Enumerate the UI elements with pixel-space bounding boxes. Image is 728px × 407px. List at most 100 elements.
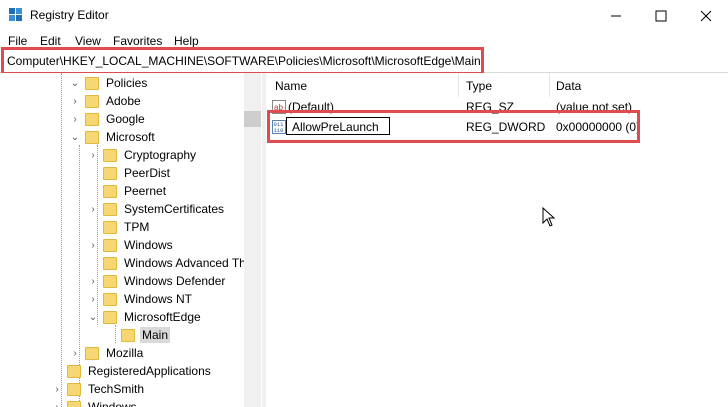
folder-icon bbox=[67, 364, 81, 378]
menu-file[interactable]: File bbox=[8, 34, 27, 48]
folder-icon bbox=[85, 94, 99, 108]
chevron-right-icon[interactable]: › bbox=[52, 384, 62, 395]
registry-editor-icon bbox=[9, 8, 22, 21]
tree-node[interactable]: › Windows NT bbox=[88, 290, 194, 308]
column-divider[interactable] bbox=[458, 73, 459, 97]
value-type: REG_DWORD bbox=[466, 120, 546, 134]
folder-icon bbox=[85, 346, 99, 360]
chevron-right-icon[interactable]: › bbox=[88, 204, 98, 215]
folder-icon bbox=[67, 382, 81, 396]
mouse-cursor-icon bbox=[542, 207, 556, 227]
rename-input-text[interactable]: AllowPreLaunch bbox=[292, 120, 379, 134]
folder-icon bbox=[103, 274, 117, 288]
tree-node-selected[interactable]: Main bbox=[106, 326, 171, 344]
chevron-right-icon[interactable]: › bbox=[88, 276, 98, 287]
chevron-right-icon[interactable]: › bbox=[70, 348, 80, 359]
tree-node-label: Main bbox=[140, 327, 171, 343]
menu-view[interactable]: View bbox=[75, 34, 101, 48]
minimize-button[interactable] bbox=[593, 0, 638, 31]
folder-icon bbox=[67, 400, 81, 407]
title-bar: Registry Editor bbox=[0, 0, 728, 31]
tree-node[interactable]: PeerDist bbox=[88, 164, 172, 182]
tree-node-label: Mozilla bbox=[106, 346, 144, 360]
close-button[interactable] bbox=[683, 0, 728, 31]
tree-node-label: SystemCertificates bbox=[124, 202, 225, 216]
chevron-right-icon[interactable]: › bbox=[52, 402, 62, 407]
tree-node[interactable]: Windows Advanced Th bbox=[88, 254, 248, 272]
list-item[interactable]: 011 110 AllowPreLaunch REG_DWORD 0x00000… bbox=[266, 117, 728, 137]
folder-icon bbox=[85, 76, 99, 90]
menu-help[interactable]: Help bbox=[174, 34, 199, 48]
tree-node-label: Windows Defender bbox=[124, 274, 226, 288]
chevron-right-icon[interactable]: › bbox=[70, 114, 80, 125]
tree-node[interactable]: › Windows bbox=[52, 398, 139, 407]
folder-icon bbox=[103, 292, 117, 306]
folder-icon bbox=[103, 238, 117, 252]
maximize-button[interactable] bbox=[638, 0, 683, 31]
tree-node[interactable]: › Google bbox=[70, 110, 147, 128]
folder-icon bbox=[103, 256, 117, 270]
menu-favorites[interactable]: Favorites bbox=[113, 34, 162, 48]
svg-text:ab: ab bbox=[274, 103, 283, 112]
chevron-right-icon[interactable]: › bbox=[88, 294, 98, 305]
folder-icon bbox=[103, 166, 117, 180]
chevron-right-icon[interactable]: › bbox=[70, 96, 80, 107]
folder-icon bbox=[121, 328, 135, 342]
tree-node-label: RegisteredApplications bbox=[88, 364, 211, 378]
column-divider[interactable] bbox=[549, 73, 550, 97]
chevron-down-icon[interactable]: ⌄ bbox=[88, 312, 98, 323]
tree-node[interactable]: ⌄ Policies bbox=[70, 74, 149, 92]
tree-node[interactable]: › Windows Defender bbox=[88, 272, 227, 290]
chevron-right-icon[interactable]: › bbox=[88, 150, 98, 161]
tree-node-label: PeerDist bbox=[124, 166, 171, 180]
maximize-icon bbox=[655, 10, 666, 21]
tree-node[interactable]: RegisteredApplications bbox=[52, 362, 213, 380]
tree-node[interactable]: Peernet bbox=[88, 182, 168, 200]
tree-node[interactable]: › Windows bbox=[88, 236, 175, 254]
tree-node-label: Adobe bbox=[106, 94, 141, 108]
folder-icon bbox=[85, 112, 99, 126]
tree-pane[interactable]: ⌄ Policies › Adobe › Google ⌄ Microsoft … bbox=[0, 73, 262, 407]
tree-node[interactable]: TPM bbox=[88, 218, 151, 236]
chevron-down-icon[interactable]: ⌄ bbox=[70, 78, 80, 89]
menu-edit[interactable]: Edit bbox=[40, 34, 61, 48]
tree-node-label: Windows bbox=[124, 238, 173, 252]
tree-node-label: TechSmith bbox=[88, 382, 145, 396]
string-value-icon: ab bbox=[272, 100, 286, 114]
tree-node-label: Windows NT bbox=[124, 292, 193, 306]
tree-node[interactable]: › SystemCertificates bbox=[88, 200, 226, 218]
value-data: 0x00000000 (0) bbox=[556, 120, 641, 134]
tree-node[interactable]: › Adobe bbox=[70, 92, 143, 110]
folder-icon bbox=[103, 148, 117, 162]
column-header-type[interactable]: Type bbox=[466, 79, 492, 93]
tree-node-label: Microsoft bbox=[106, 130, 155, 144]
column-header-data[interactable]: Data bbox=[556, 79, 581, 93]
chevron-right-icon[interactable]: › bbox=[88, 240, 98, 251]
tree-node[interactable]: › Mozilla bbox=[70, 344, 145, 362]
tree-node[interactable]: ⌄ MicrosoftEdge bbox=[88, 308, 203, 326]
window-title: Registry Editor bbox=[30, 8, 109, 22]
tree-node-label: Policies bbox=[106, 76, 148, 90]
tree-node-label: TPM bbox=[124, 220, 150, 234]
rename-input[interactable]: AllowPreLaunch bbox=[286, 117, 390, 135]
folder-icon bbox=[103, 220, 117, 234]
tree-node[interactable]: ⌄ Microsoft bbox=[70, 128, 157, 146]
folder-icon bbox=[103, 184, 117, 198]
address-bar[interactable]: Computer\HKEY_LOCAL_MACHINE\SOFTWARE\Pol… bbox=[0, 50, 728, 73]
tree-node-label: MicrosoftEdge bbox=[124, 310, 201, 324]
tree-guide bbox=[61, 73, 62, 407]
tree-node[interactable]: › Cryptography bbox=[88, 146, 198, 164]
value-type: REG_SZ bbox=[466, 100, 515, 114]
address-path[interactable]: Computer\HKEY_LOCAL_MACHINE\SOFTWARE\Pol… bbox=[7, 54, 481, 68]
tree-node-label: Google bbox=[106, 112, 145, 126]
list-item[interactable]: ab (Default) REG_SZ (value not set) bbox=[266, 97, 728, 117]
menu-bar: File Edit View Favorites Help bbox=[0, 31, 728, 49]
folder-icon bbox=[103, 202, 117, 216]
tree-scrollbar-thumb[interactable] bbox=[244, 111, 261, 127]
column-header-name[interactable]: Name bbox=[275, 79, 307, 93]
chevron-down-icon[interactable]: ⌄ bbox=[70, 132, 80, 143]
tree-node-label: Cryptography bbox=[124, 148, 197, 162]
value-name: (Default) bbox=[288, 100, 335, 114]
values-list[interactable]: Name Type Data ab (Default) REG_SZ (valu… bbox=[266, 73, 728, 407]
tree-node[interactable]: › TechSmith bbox=[52, 380, 146, 398]
